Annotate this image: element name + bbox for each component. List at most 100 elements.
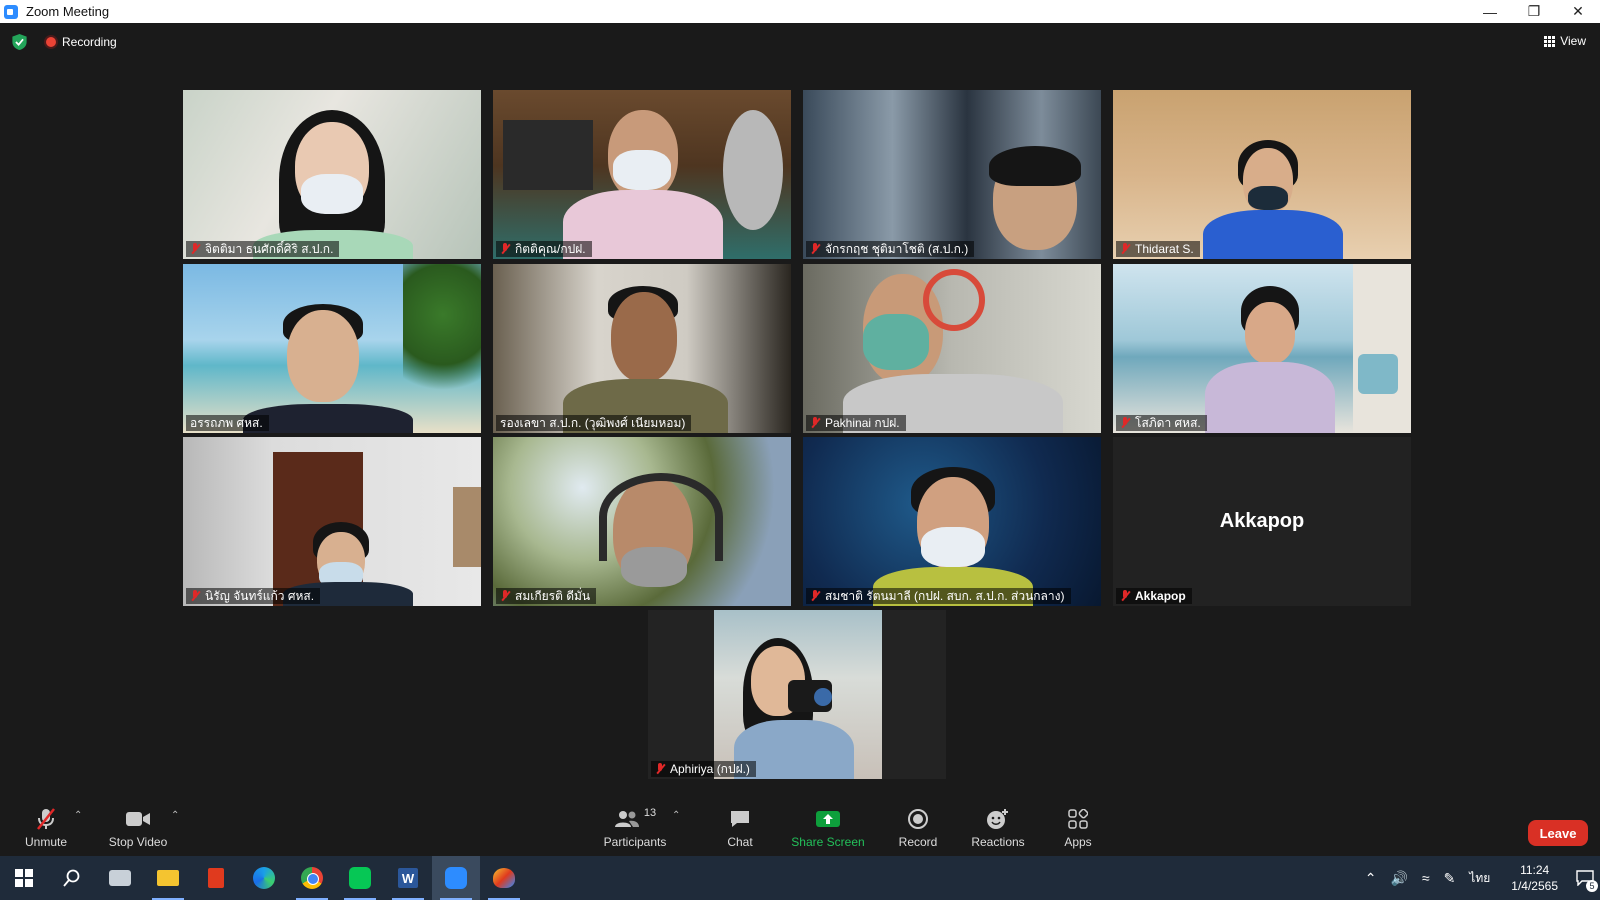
participant-display-name: Akkapop: [1219, 510, 1305, 532]
participant-tile[interactable]: สมชาติ รัตนมาลี (กปฝ. สบก. ส.ป.ก. ส่วนกล…: [803, 437, 1101, 606]
system-tray: ⌃ 🔊 ≈ ✎ ไทย 11:24 1/4/2565 5: [1358, 856, 1600, 900]
record-icon: [907, 807, 929, 831]
language-indicator[interactable]: ไทย: [1469, 869, 1490, 888]
chat-button[interactable]: Chat: [712, 800, 768, 856]
scanner-app-icon: [109, 870, 131, 886]
participant-name-label: สมชาติ รัตนมาลี (กปฝ. สบก. ส.ป.ก. ส่วนกล…: [806, 588, 1071, 604]
participant-name-label: จิตติมา ธนศักดิ์ศิริ ส.ป.ก.: [186, 241, 340, 257]
participant-name-label: กิตติคุณ/กปฝ.: [496, 241, 592, 257]
chat-label: Chat: [727, 835, 753, 849]
taskbar-app-chrome[interactable]: [288, 856, 336, 900]
video-options-caret-icon[interactable]: ⌃: [171, 810, 179, 821]
participants-button[interactable]: 13 Participants: [603, 800, 667, 856]
pen-icon[interactable]: ✎: [1444, 870, 1456, 887]
participant-tile[interactable]: Pakhinai กปฝ.: [803, 264, 1101, 433]
notification-center-button[interactable]: 5: [1570, 856, 1600, 900]
taskbar-app-file-explorer[interactable]: [144, 856, 192, 900]
meeting-area: Recording View จิตติมา ธนศักดิ์ศิริ ส.ป.…: [0, 23, 1600, 800]
taskbar-app-edge[interactable]: [240, 856, 288, 900]
mic-muted-icon: [810, 243, 820, 255]
participant-tile[interactable]: นิรัญ จันทร์แก้ว ศหส.: [183, 437, 481, 606]
window-controls: — ❐ ✕: [1468, 0, 1600, 23]
record-button[interactable]: Record: [890, 800, 946, 856]
restore-button[interactable]: ❐: [1512, 0, 1556, 23]
wifi-icon[interactable]: ≈: [1422, 870, 1430, 886]
apps-button[interactable]: Apps: [1050, 800, 1106, 856]
unmute-label: Unmute: [24, 835, 68, 849]
taskbar-app-office[interactable]: [192, 856, 240, 900]
stop-video-label: Stop Video: [108, 835, 168, 849]
audio-options-caret-icon[interactable]: ⌃: [74, 810, 82, 821]
participant-name-label: Akkapop: [1116, 588, 1192, 604]
mic-muted-icon: [500, 590, 510, 602]
clock[interactable]: 11:24 1/4/2565: [1511, 862, 1558, 894]
participant-tile[interactable]: Thidarat S.: [1113, 90, 1411, 259]
mic-muted-icon: [500, 243, 510, 255]
line-app-icon: [349, 867, 371, 889]
share-screen-button[interactable]: Share Screen: [788, 800, 868, 856]
record-label: Record: [898, 835, 938, 849]
participant-tile-active-speaker[interactable]: รองเลขา ส.ป.ก. (วุฒิพงศ์ เนียมหอม): [493, 264, 791, 433]
zoom-app-icon: [445, 867, 467, 889]
show-hidden-icons-chevron-icon[interactable]: ⌃: [1365, 870, 1377, 887]
search-icon: [63, 869, 80, 887]
participant-tile-video-off[interactable]: Akkapop Akkapop: [1113, 437, 1411, 606]
start-button[interactable]: [0, 856, 48, 900]
share-screen-label: Share Screen: [791, 835, 865, 849]
minimize-button[interactable]: —: [1468, 0, 1512, 23]
share-screen-icon: [815, 807, 841, 831]
meeting-topbar: Recording View: [0, 23, 1600, 61]
recording-dot-icon: [46, 37, 56, 47]
reactions-button[interactable]: Reactions: [965, 800, 1031, 856]
office-app-icon: [208, 868, 224, 888]
recording-indicator[interactable]: Recording: [46, 35, 117, 49]
taskbar-app-line[interactable]: [336, 856, 384, 900]
mic-muted-icon: [190, 243, 200, 255]
video-camera-icon: [125, 807, 151, 831]
mic-muted-icon: [810, 417, 820, 429]
participant-name-label: Aphiriya (กปฝ.): [651, 761, 756, 777]
mic-muted-icon: [810, 590, 820, 602]
clock-date: 1/4/2565: [1511, 879, 1558, 893]
participant-name-label: นิรัญ จันทร์แก้ว ศหส.: [186, 588, 321, 604]
participant-tile[interactable]: โสภิดา ศหส.: [1113, 264, 1411, 433]
view-button[interactable]: View: [1544, 34, 1586, 48]
apps-label: Apps: [1064, 835, 1092, 849]
mic-muted-icon: [1120, 590, 1130, 602]
taskbar-app-scanner[interactable]: [96, 856, 144, 900]
edge-browser-icon: [253, 867, 275, 889]
participants-options-caret-icon[interactable]: ⌃: [672, 810, 680, 821]
participant-name-label: รองเลขา ส.ป.ก. (วุฒิพงศ์ เนียมหอม): [496, 415, 692, 431]
mic-muted-icon: [1120, 417, 1130, 429]
security-shield-icon[interactable]: [12, 34, 27, 50]
participant-tile[interactable]: กิตติคุณ/กปฝ.: [493, 90, 791, 259]
apps-icon: [1068, 807, 1088, 831]
participant-tile[interactable]: สมเกียรติ ดีมั่น: [493, 437, 791, 606]
taskbar-app-zoom[interactable]: [432, 856, 480, 900]
mic-muted-icon: [655, 763, 665, 775]
participant-tile[interactable]: จักรกฤช ชุติมาโชติ (ส.ป.ก.): [803, 90, 1101, 259]
participant-name-label: จักรกฤช ชุติมาโชติ (ส.ป.ก.): [806, 241, 975, 257]
participant-tile[interactable]: จิตติมา ธนศักดิ์ศิริ ส.ป.ก.: [183, 90, 481, 259]
grid-view-icon: [1544, 35, 1556, 47]
volume-icon[interactable]: 🔊: [1390, 870, 1407, 887]
stop-video-button[interactable]: Stop Video: [106, 800, 170, 856]
taskbar-app-word[interactable]: W: [384, 856, 432, 900]
participant-tile[interactable]: อรรถภพ ศหส.: [183, 264, 481, 433]
participant-tile[interactable]: Aphiriya (กปฝ.): [648, 610, 946, 779]
mic-muted-icon: [1120, 243, 1130, 255]
participants-count: 13: [643, 807, 657, 819]
windows-taskbar: W ⌃ 🔊 ≈ ✎ ไทย 11:24 1/4/2565 5: [0, 856, 1600, 900]
close-button[interactable]: ✕: [1556, 0, 1600, 23]
taskbar-app-paint[interactable]: [480, 856, 528, 900]
participant-name-label: อรรถภพ ศหส.: [186, 415, 269, 431]
leave-button[interactable]: Leave: [1528, 820, 1588, 846]
view-label: View: [1560, 34, 1586, 48]
mic-muted-icon: [35, 807, 57, 831]
meeting-toolbar: Unmute ⌃ Stop Video ⌃ 13 Participants ⌃ …: [0, 800, 1600, 856]
search-button[interactable]: [48, 856, 96, 900]
zoom-app-icon: [4, 4, 18, 19]
participants-icon: 13: [614, 807, 656, 831]
unmute-button[interactable]: Unmute: [18, 800, 74, 856]
mic-muted-icon: [190, 590, 200, 602]
